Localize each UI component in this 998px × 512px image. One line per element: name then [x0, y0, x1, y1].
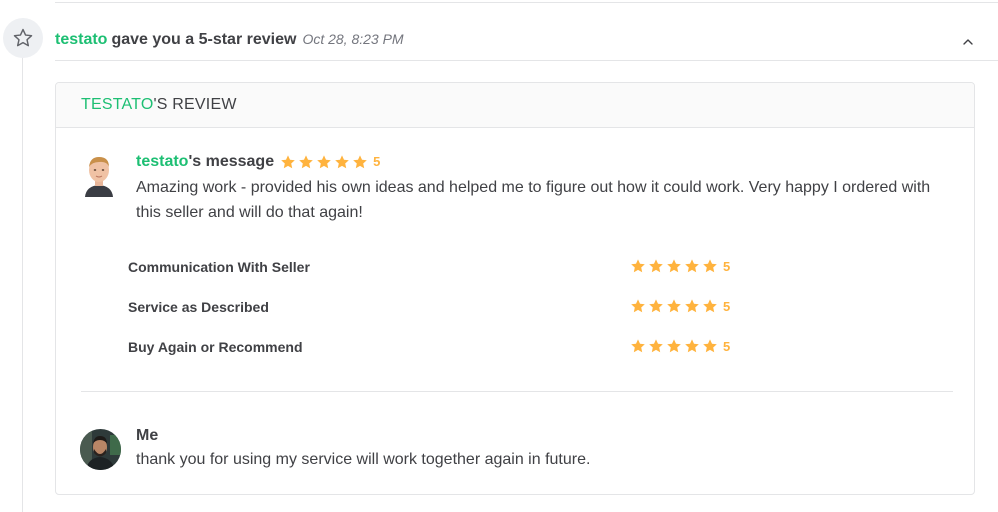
star-outline-icon [13, 28, 33, 47]
review-card-header: TESTATO 'S REVIEW [56, 83, 974, 128]
event-action: gave you a 5-star review [111, 31, 297, 48]
star-icon [281, 155, 295, 169]
star-icon [299, 155, 313, 169]
rating-label: Buy Again or Recommend [128, 339, 303, 355]
star-icon [649, 339, 663, 353]
rating-stars: 5 [630, 338, 730, 354]
buyer-message-label: 's message [188, 153, 275, 170]
star-icon [703, 339, 717, 353]
timeline-line [22, 56, 23, 512]
review-card-title-user: TESTATO [81, 96, 154, 113]
rating-score: 5 [723, 258, 731, 274]
header-divider [55, 60, 998, 61]
review-card-title-suffix: 'S REVIEW [153, 96, 237, 113]
rating-row-service: Service as Described 5 [128, 297, 748, 317]
buyer-message-header: testato's message 5 [136, 153, 380, 171]
event-date: Oct 28, 8:23 PM [302, 31, 404, 47]
rating-score: 5 [723, 298, 731, 314]
star-icon [631, 259, 645, 273]
star-icon [353, 155, 367, 169]
chevron-up-icon[interactable] [960, 34, 976, 50]
star-icon [649, 299, 663, 313]
reply-text: thank you for using my service will work… [136, 451, 591, 468]
buyer-username[interactable]: testato [136, 153, 188, 171]
buyer-star-rating [280, 154, 370, 170]
star-icon [317, 155, 331, 169]
star-icon [667, 299, 681, 313]
star-icon [631, 339, 645, 353]
review-event-badge [3, 18, 43, 58]
review-card: TESTATO 'S REVIEW testato's message 5 Ama… [55, 82, 975, 495]
star-icon [667, 259, 681, 273]
buyer-rating-score: 5 [373, 154, 381, 169]
rating-row-communication: Communication With Seller 5 [128, 257, 748, 277]
event-header: testato gave you a 5-star review Oct 28, 8… [55, 29, 404, 50]
star-icon [685, 339, 699, 353]
seller-avatar[interactable] [80, 429, 121, 470]
reply-author: Me [136, 427, 159, 444]
rating-stars: 5 [630, 298, 730, 314]
star-icon [335, 155, 349, 169]
buyer-avatar[interactable] [82, 153, 116, 197]
star-icon [631, 299, 645, 313]
star-icon [703, 259, 717, 273]
star-icon [703, 299, 717, 313]
rating-score: 5 [723, 338, 731, 354]
star-icon [667, 339, 681, 353]
event-username[interactable]: testato [55, 31, 107, 48]
top-divider [55, 2, 998, 3]
star-icon [685, 259, 699, 273]
rating-stars: 5 [630, 258, 730, 274]
rating-row-recommend: Buy Again or Recommend 5 [128, 337, 748, 357]
rating-label: Communication With Seller [128, 259, 310, 275]
review-divider [81, 391, 953, 392]
rating-label: Service as Described [128, 299, 269, 315]
star-icon [649, 259, 663, 273]
star-icon [685, 299, 699, 313]
buyer-message-text: Amazing work - provided his own ideas an… [136, 179, 931, 221]
